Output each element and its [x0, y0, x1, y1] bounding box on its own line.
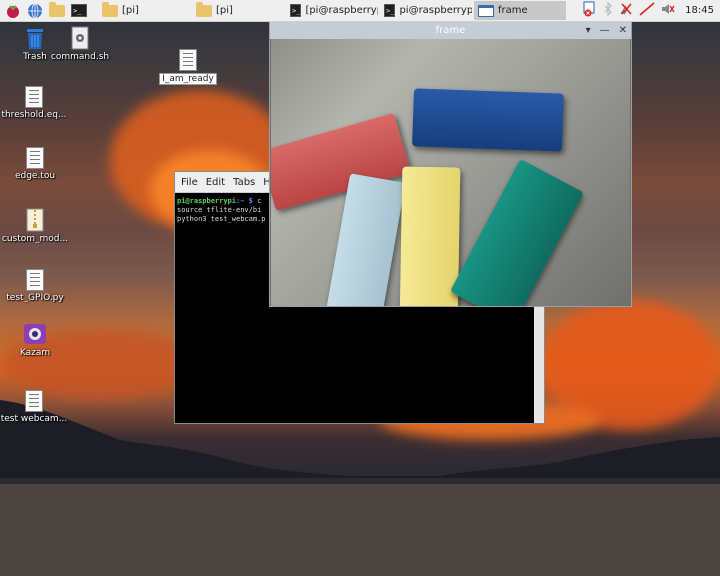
- taskbar-window-pi-1[interactable]: [pi]: [98, 1, 190, 20]
- desktop-icon-test-webcam[interactable]: test webcam...: [0, 390, 68, 424]
- window-icon: [478, 4, 494, 17]
- script-icon: [71, 26, 89, 50]
- clock[interactable]: 18:45: [685, 5, 714, 16]
- frame-titlebar[interactable]: frame ▾ — ✕: [270, 22, 631, 39]
- document-icon: [25, 86, 43, 108]
- bluetooth-icon[interactable]: [603, 1, 613, 19]
- web-browser-icon[interactable]: [26, 2, 44, 20]
- webcam-image: [271, 39, 630, 306]
- folder-icon: [102, 1, 118, 17]
- frame-window[interactable]: frame ▾ — ✕: [269, 21, 632, 307]
- window-title: frame: [435, 25, 466, 36]
- raspberry-menu-icon[interactable]: [4, 2, 22, 20]
- cpu-monitor-icon: [639, 2, 655, 19]
- green-block: [450, 158, 584, 306]
- terminal-icon: >_: [290, 4, 302, 17]
- taskbar-window-terminal-1[interactable]: >_ [pi@raspberrypi: ...: [286, 1, 378, 20]
- archive-icon: [26, 208, 44, 232]
- file-manager-icon[interactable]: [48, 1, 66, 20]
- taskbar: >_ [pi] [pi] >_ [pi@raspberrypi: ... >_ …: [0, 0, 720, 22]
- volume-muted-icon[interactable]: [661, 2, 675, 19]
- taskbar-window-frame[interactable]: frame: [474, 1, 566, 20]
- desktop-icon-custom-model[interactable]: custom_mod...: [1, 208, 69, 244]
- menu-tabs[interactable]: Tabs: [233, 177, 255, 188]
- desktop-icon-threshold[interactable]: threshold.eq...: [0, 86, 68, 120]
- folder-icon: [196, 1, 212, 17]
- desktop-icon-edge[interactable]: edge.tou: [1, 147, 69, 181]
- document-icon: [25, 390, 43, 412]
- yellow-block: [399, 166, 461, 306]
- terminal-icon: >_: [384, 4, 396, 17]
- menu-file[interactable]: File: [181, 177, 198, 188]
- document-icon: [179, 49, 197, 71]
- desktop-icon-command-sh[interactable]: command.sh: [46, 26, 114, 62]
- taskbar-window-terminal-2[interactable]: >_ pi@raspberrypi: ~: [380, 1, 472, 20]
- document-icon: [26, 269, 44, 291]
- network-disconnected-icon[interactable]: [619, 2, 633, 19]
- taskbar-window-pi-2[interactable]: [pi]: [192, 1, 284, 20]
- blue-block: [412, 88, 564, 152]
- menu-edit[interactable]: Edit: [206, 177, 225, 188]
- terminal-icon[interactable]: >_: [70, 2, 88, 20]
- vnc-icon[interactable]: [583, 1, 597, 20]
- desktop-icon-kazam[interactable]: Kazam: [1, 322, 69, 358]
- desktop-icon-i-am-ready[interactable]: I_am_ready: [154, 49, 222, 88]
- close-icon[interactable]: ✕: [619, 25, 627, 36]
- minimize-icon[interactable]: —: [600, 25, 610, 36]
- trash-icon: [26, 26, 44, 50]
- kazam-icon: [23, 322, 47, 346]
- document-icon: [26, 147, 44, 169]
- system-tray: 18:45: [583, 1, 720, 20]
- menu-chevron-icon[interactable]: ▾: [586, 25, 591, 36]
- desktop-icon-test-gpio[interactable]: test_GPIO.py: [1, 269, 69, 303]
